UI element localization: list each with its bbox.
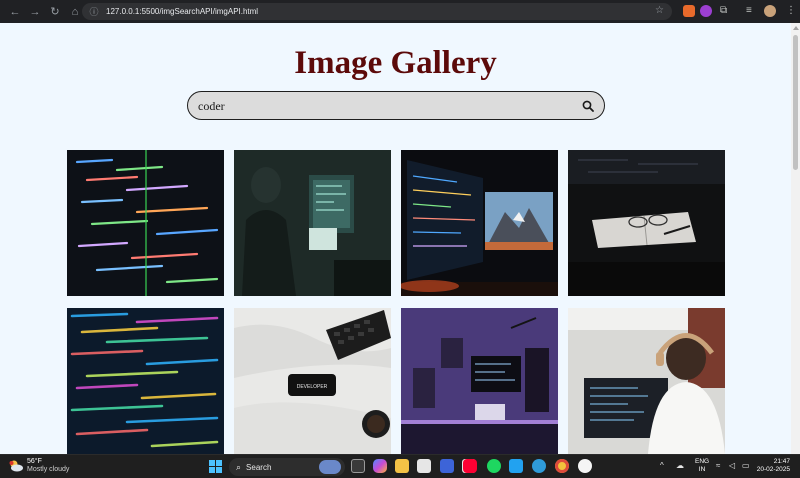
gallery-image[interactable]: DEVELOPER [234,308,391,454]
editor-app-icon[interactable] [440,459,454,473]
edge-icon[interactable] [532,459,546,473]
search-highlight-icon [319,460,341,474]
address-bar[interactable]: ⓘ 127.0.0.1:5500/imgSearchAPI/imgAPI.htm… [82,3,672,20]
search-input[interactable] [198,97,568,115]
colorful-code-screen-image [67,308,224,454]
home-icon[interactable]: ⌂ [68,5,82,19]
volume-icon[interactable]: ◁ [729,461,735,470]
language-line2: IN [698,466,706,473]
taskbar-search-icon: ⌕ [236,461,242,472]
weather-condition: Mostly cloudy [27,466,70,473]
gallery-image[interactable] [401,150,558,296]
dual-monitor-coding-setup-image [401,150,558,296]
clock-date: 20-02-2025 [756,466,790,473]
gallery-image[interactable] [234,150,391,296]
wifi-icon[interactable]: ≈ [716,461,720,470]
spotify-icon[interactable] [487,459,501,473]
youtube-icon[interactable] [463,459,477,473]
search-icon[interactable] [582,100,594,112]
search-bar[interactable] [187,91,605,120]
scrollbar-thumb[interactable] [793,35,798,170]
page-scrollbar[interactable] [791,23,800,454]
developer-with-headphones-image [568,308,725,454]
extension-purple-icon[interactable] [700,5,712,17]
copilot-icon[interactable] [373,459,387,473]
browser-menu-icon[interactable]: ⋮ [786,4,796,18]
gallery-image[interactable] [568,308,725,454]
url-text: 127.0.0.1:5500/imgSearchAPI/imgAPI.html [106,7,259,16]
forward-arrow-icon[interactable]: → [28,5,42,19]
github-icon[interactable] [578,459,592,473]
chrome-icon[interactable] [555,459,569,473]
purple-lit-desk-setup-image [401,308,558,454]
gallery-image[interactable] [67,308,224,454]
onedrive-cloud-icon[interactable]: ☁ [676,461,684,470]
language-line1: ENG [695,458,710,465]
taskbar-search[interactable]: ⌕ Search [229,458,345,476]
bookmark-star-icon[interactable]: ☆ [655,5,664,16]
taskbar-clock[interactable]: 21:47 20-02-2025 [756,458,790,474]
browser-toolbar: ← → ↻ ⌂ ⓘ 127.0.0.1:5500/imgSearchAPI/im… [0,0,800,23]
vscode-icon[interactable] [509,459,523,473]
page-viewport: Image Gallery coder DEVELOPER [0,23,800,454]
tray-chevron-up-icon[interactable]: ^ [660,461,664,470]
weather-temperature: 56°F [27,458,42,465]
cloudy-weather-icon [9,460,23,472]
windows-start-icon[interactable] [209,460,222,473]
gallery-image[interactable] [401,308,558,454]
battery-icon[interactable]: ▭ [742,461,750,470]
gallery-image[interactable] [568,150,725,296]
file-explorer-icon[interactable] [395,459,409,473]
phone-screen-label: DEVELOPER [297,384,328,390]
hooded-coder-dark-room-image [234,150,391,296]
clock-time: 21:47 [773,458,790,465]
windows-taskbar: 56°F Mostly cloudy ⌕ Search ^ ☁ ENG IN ≈… [0,454,800,478]
media-control-icon[interactable]: ≡ [746,4,752,18]
weather-widget[interactable]: 56°F Mostly cloudy [8,458,69,474]
gallery-image[interactable] [67,150,224,296]
code-on-monitor-image [67,150,224,296]
profile-avatar-icon[interactable] [764,5,776,17]
site-info-icon[interactable]: ⓘ [88,6,100,18]
store-icon[interactable] [417,459,431,473]
taskbar-search-label: Search [246,462,272,472]
task-view-icon[interactable] [351,459,365,473]
notebook-and-glasses-image [568,150,725,296]
reload-icon[interactable]: ↻ [48,5,62,19]
phone-with-developer-label-image: DEVELOPER [234,308,391,454]
page-title: Image Gallery [294,45,497,81]
scroll-up-arrow-icon[interactable] [793,26,799,30]
language-indicator[interactable]: ENG IN [695,458,709,474]
extension-orange-icon[interactable] [683,5,695,17]
back-arrow-icon[interactable]: ← [8,5,22,19]
extensions-puzzle-icon[interactable]: ⧉ [720,4,727,18]
